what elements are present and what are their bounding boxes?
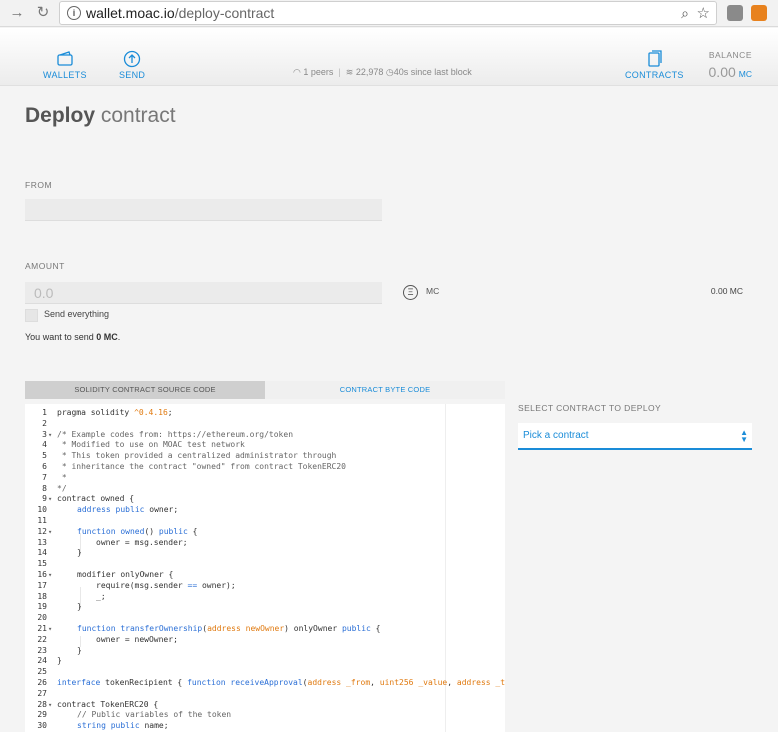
code-line-17: 17 require(msg.sender == owner); bbox=[37, 580, 236, 590]
code-line-27: 27 bbox=[37, 688, 47, 698]
code-line-11: 11 bbox=[37, 516, 47, 525]
from-select[interactable] bbox=[25, 199, 382, 221]
balance-value: 0.00 MC bbox=[708, 64, 752, 80]
code-line-1: 1 pragma solidity ^0.4.16; bbox=[42, 408, 173, 417]
address-bar[interactable]: i wallet.moac.io/deploy-contract ⌕ ☆ bbox=[59, 1, 717, 25]
wallet-icon bbox=[57, 51, 73, 66]
page-title: Deploy contract bbox=[25, 104, 176, 127]
currency-icon: Ξ bbox=[403, 285, 418, 300]
code-line-29: 29// Public variables of the token bbox=[37, 710, 232, 720]
code-line-19: 19} bbox=[37, 602, 82, 612]
send-arrow-icon bbox=[123, 50, 141, 68]
app-header: WALLETS SEND ◠ 1 peers | ≋ 22,978 ◷40s sin… bbox=[0, 28, 778, 86]
extension-icon[interactable] bbox=[727, 5, 743, 21]
code-line-3: 3 ▾/* Example codes from: https://ethereu… bbox=[42, 429, 294, 439]
converted-amount: 0.00 MC bbox=[710, 286, 743, 296]
wallets-label: WALLETS bbox=[43, 70, 87, 80]
code-line-20: 20 bbox=[37, 613, 47, 623]
code-line-9: 9 ▾ contract owned { bbox=[42, 494, 135, 504]
from-label: FROM bbox=[25, 180, 53, 190]
code-line-4: 4 * Modified to use on MOAC test network bbox=[42, 440, 245, 450]
contracts-button[interactable]: CONTRACTS bbox=[625, 50, 684, 80]
peers-count: 1 peers bbox=[303, 67, 334, 77]
send-everything-label[interactable]: Send everything bbox=[44, 309, 109, 319]
amount-input[interactable]: 0.0 bbox=[25, 282, 382, 304]
last-block-time: 40s since last block bbox=[393, 67, 472, 77]
tab-source-code[interactable]: SOLIDITY CONTRACT SOURCE CODE bbox=[25, 381, 265, 399]
send-everything-checkbox[interactable] bbox=[25, 309, 38, 322]
tab-byte-code[interactable]: CONTRACT BYTE CODE bbox=[265, 381, 505, 399]
block-number: 22,978 bbox=[355, 67, 384, 77]
code-line-12: 12 ▾ function owned() public { bbox=[37, 526, 198, 536]
browser-toolbar: → ↻ i wallet.moac.io/deploy-contract ⌕ ☆ bbox=[0, 0, 778, 27]
code-line-21: 21 ▾ function transferOwnership(address ne… bbox=[37, 624, 381, 633]
url-text: wallet.moac.io/deploy-contract bbox=[86, 5, 275, 21]
contract-select-value: Pick a contract bbox=[523, 430, 589, 441]
code-editor[interactable]: 1 pragma solidity ^0.4.16; 2 3 ▾/* Example… bbox=[25, 404, 505, 732]
contracts-label: CONTRACTS bbox=[625, 70, 684, 80]
code-line-18: 18 _; bbox=[37, 591, 106, 601]
send-label: SEND bbox=[119, 70, 146, 80]
code-line-22: 22 owner = newOwner; bbox=[37, 634, 178, 644]
code-line-10: 10 address public owner; bbox=[37, 505, 179, 515]
currency-label: MC bbox=[426, 286, 440, 296]
code-line-15: 15 bbox=[37, 559, 47, 569]
send-button[interactable]: SEND bbox=[119, 50, 145, 80]
wallets-button[interactable]: WALLETS bbox=[43, 50, 87, 80]
code-line-24: 24} bbox=[37, 656, 62, 666]
bookmark-star-icon[interactable]: ☆ bbox=[697, 4, 710, 22]
code-line-30: 30 string public name; bbox=[37, 721, 169, 731]
code-line-6: 6 * inheritance the contract "owned" fro… bbox=[42, 462, 346, 471]
code-line-8: 8 */ bbox=[42, 483, 67, 493]
balance-display: BALANCE 0.00 MC bbox=[709, 50, 752, 80]
code-line-2: 2 bbox=[42, 418, 47, 428]
code-line-26: 26 interface tokenRecipient { function re… bbox=[37, 678, 505, 687]
network-status: ◠ 1 peers | ≋ 22,978 ◷40s since last block bbox=[293, 67, 472, 77]
blocks-icon: ≋ bbox=[345, 67, 354, 77]
code-line-7: 7 * bbox=[42, 472, 67, 482]
send-summary: You want to send 0 MC. bbox=[25, 332, 121, 342]
peers-icon: ◠ bbox=[293, 67, 301, 77]
clock-icon: ◷ bbox=[385, 67, 394, 77]
reload-icon[interactable]: ↻ bbox=[34, 4, 52, 22]
code-line-16: 16 ▾ modifier onlyOwner { bbox=[37, 570, 174, 579]
info-icon[interactable]: i bbox=[67, 6, 81, 20]
balance-label: BALANCE bbox=[708, 50, 752, 60]
contract-select[interactable]: Pick a contract ▲ ▼ bbox=[518, 423, 752, 450]
code-line-14: 14} bbox=[37, 548, 82, 558]
zoom-icon[interactable]: ⌕ bbox=[681, 5, 689, 22]
select-arrows-icon: ▲ ▼ bbox=[740, 428, 748, 444]
select-contract-label: SELECT CONTRACT TO DEPLOY bbox=[518, 403, 662, 413]
contracts-icon bbox=[648, 50, 662, 67]
code-line-28: 28 ▾ contract TokenERC20 { bbox=[37, 699, 159, 709]
code-line-5: 5 * This token provided a centralized ad… bbox=[42, 451, 337, 461]
code-line-13: 13 owner = msg.sender; bbox=[37, 537, 188, 547]
code-line-23: 23} bbox=[37, 645, 82, 655]
code-line-25: 25 bbox=[37, 667, 47, 677]
metamask-fox-icon[interactable] bbox=[751, 5, 767, 21]
forward-icon[interactable]: → bbox=[8, 4, 26, 22]
amount-label: AMOUNT bbox=[25, 261, 65, 271]
